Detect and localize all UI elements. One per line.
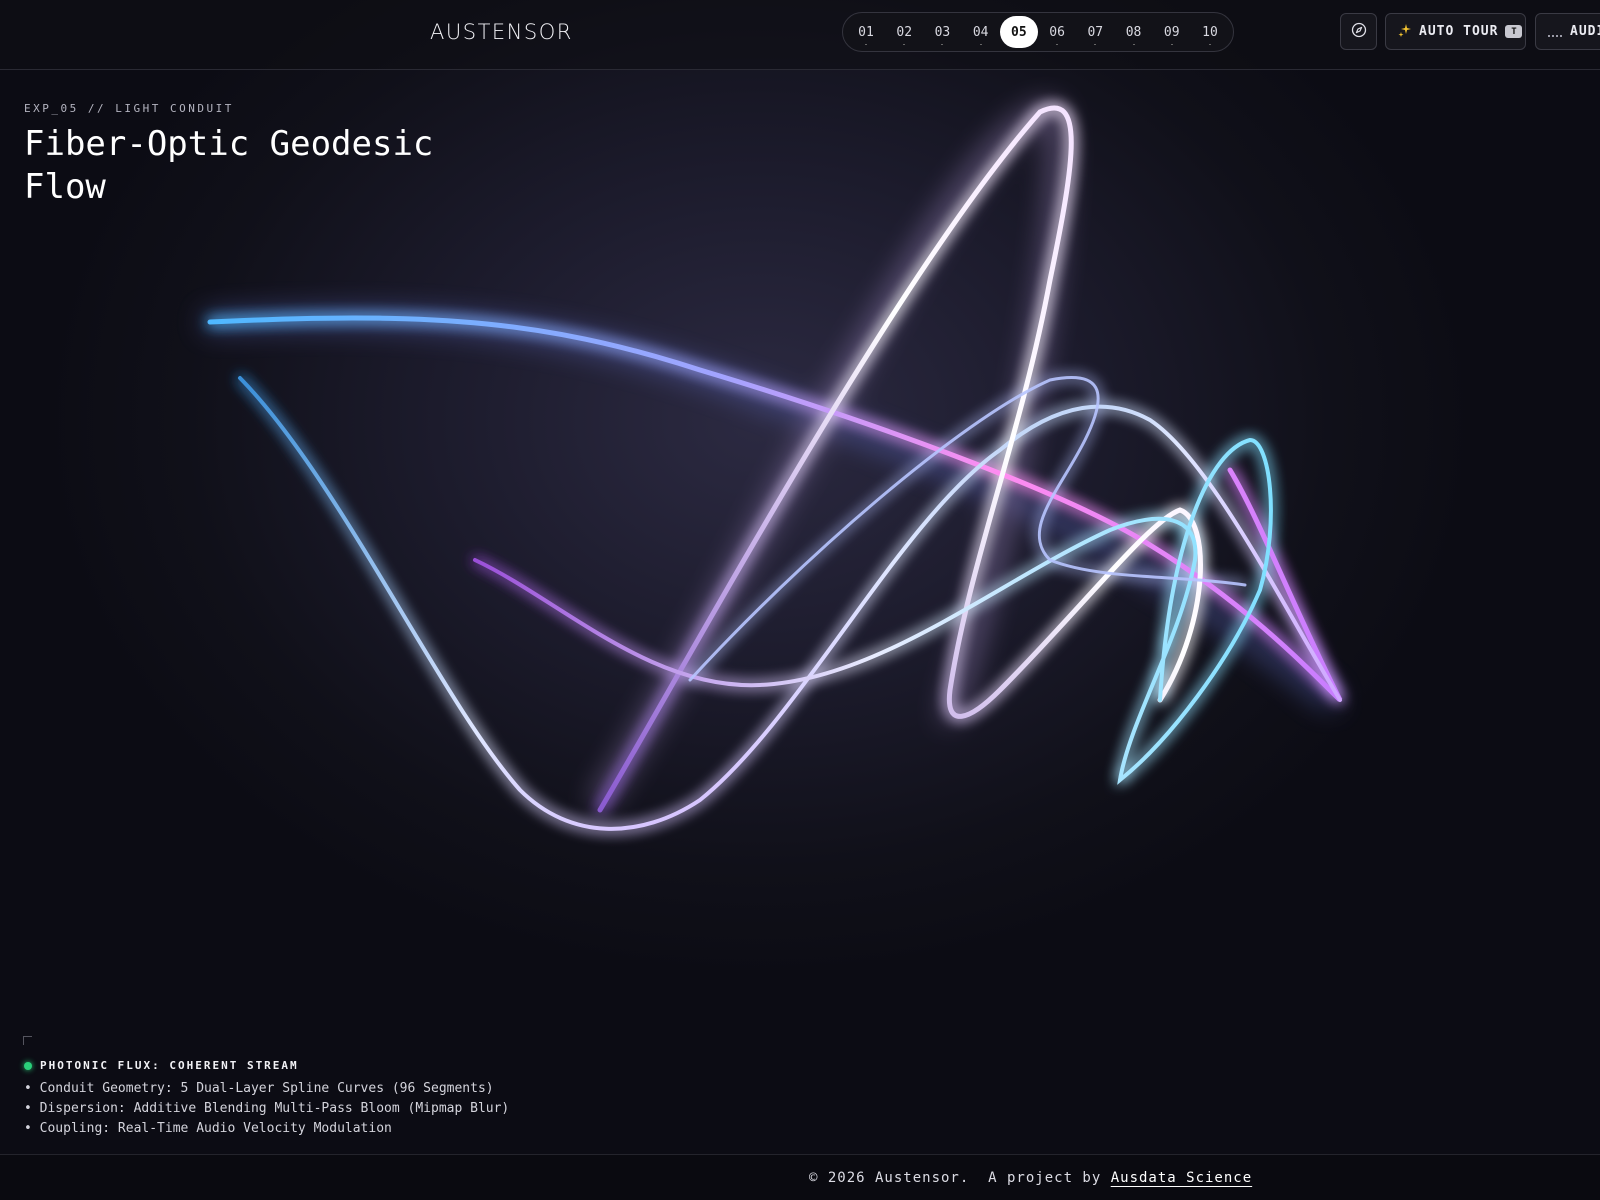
experiment-eyebrow: EXP_05 // LIGHT CONDUIT bbox=[24, 102, 234, 115]
step-04-button[interactable]: 04 bbox=[962, 16, 1000, 48]
auto-tour-label: AUTO TOUR bbox=[1419, 24, 1499, 39]
status-dot-icon bbox=[24, 1061, 32, 1070]
status-label: PHOTONIC FLUX: COHERENT STREAM bbox=[40, 1059, 299, 1072]
copyright-text: © 2026 Austensor. A project by bbox=[809, 1170, 1111, 1186]
spec-list: Conduit Geometry: 5 Dual-Layer Spline Cu… bbox=[24, 1079, 510, 1139]
keyboard-shortcut-badge: T bbox=[1505, 25, 1523, 38]
step-08-button[interactable]: 08 bbox=[1115, 16, 1153, 48]
step-05-button-active[interactable]: 05 bbox=[999, 16, 1038, 48]
auto-tour-button[interactable]: AUTO TOUR T bbox=[1385, 13, 1526, 50]
spec-item-dispersion: Dispersion: Additive Blending Multi-Pass… bbox=[24, 1099, 510, 1119]
footer-text: © 2026 Austensor. A project by Ausdata S… bbox=[809, 1170, 1252, 1186]
status-indicator: PHOTONIC FLUX: COHERENT STREAM bbox=[24, 1059, 299, 1072]
compass-button[interactable] bbox=[1340, 13, 1377, 50]
audio-bars-icon bbox=[1548, 27, 1562, 37]
page-footer: © 2026 Austensor. A project by Ausdata S… bbox=[0, 1154, 1600, 1200]
ausdata-science-link[interactable]: Ausdata Science bbox=[1111, 1170, 1252, 1186]
step-07-button[interactable]: 07 bbox=[1076, 16, 1114, 48]
step-02-button[interactable]: 02 bbox=[885, 16, 923, 48]
step-01-button[interactable]: 01 bbox=[847, 16, 885, 48]
compass-icon bbox=[1351, 22, 1367, 42]
step-03-button[interactable]: 03 bbox=[923, 16, 961, 48]
corner-bracket-decoration bbox=[23, 1036, 32, 1045]
sparkle-icon bbox=[1398, 23, 1412, 41]
step-06-button[interactable]: 06 bbox=[1038, 16, 1076, 48]
spec-item-coupling: Coupling: Real-Time Audio Velocity Modul… bbox=[24, 1119, 509, 1139]
top-navigation-bar: AUSTENSOR 01 02 03 04 05 06 07 08 09 10 … bbox=[0, 0, 1600, 70]
spec-item-geometry: Conduit Geometry: 5 Dual-Layer Spline Cu… bbox=[24, 1079, 509, 1099]
page-title: Fiber-Optic Geodesic Flow bbox=[24, 124, 434, 207]
audio-label: AUDIO bbox=[1570, 24, 1600, 39]
experiment-step-nav: 01 02 03 04 05 06 07 08 09 10 bbox=[842, 12, 1234, 52]
austensor-logo[interactable]: AUSTENSOR bbox=[430, 20, 573, 48]
step-09-button[interactable]: 09 bbox=[1153, 16, 1191, 48]
step-10-button[interactable]: 10 bbox=[1191, 16, 1229, 48]
audio-button[interactable]: AUDIO bbox=[1535, 13, 1600, 50]
